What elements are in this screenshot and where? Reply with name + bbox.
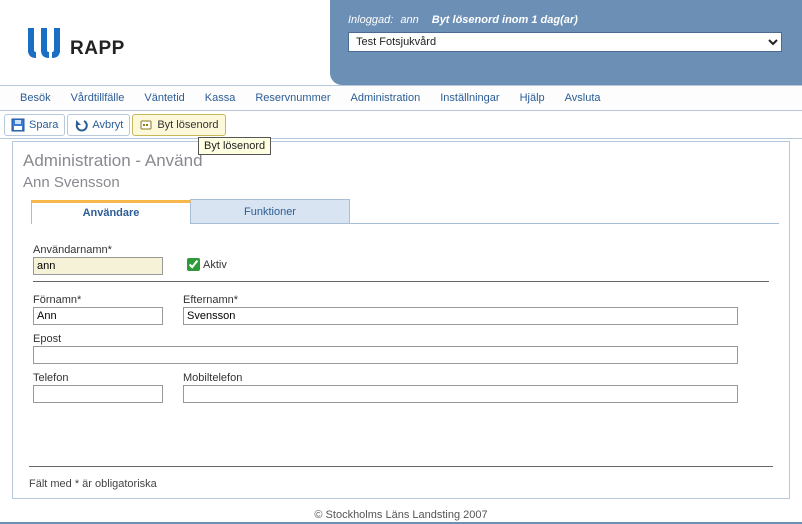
footer: © Stockholms Läns Landsting 2007	[0, 499, 802, 521]
save-button[interactable]: Spara	[4, 114, 65, 136]
change-password-button[interactable]: Byt lösenord	[132, 114, 225, 136]
required-note: Fält med * är obligatoriska	[29, 478, 157, 490]
login-info: Inloggad: ann Byt lösenord inom 1 dag(ar…	[348, 14, 782, 26]
tab-functions[interactable]: Funktioner	[190, 199, 350, 223]
menu-reservnummer[interactable]: Reservnummer	[245, 87, 340, 109]
tooltip: Byt lösenord	[198, 137, 271, 155]
phone-label: Telefon	[33, 372, 163, 384]
menu-kassa[interactable]: Kassa	[195, 87, 246, 109]
lastname-input[interactable]	[183, 307, 738, 325]
cancel-label: Avbryt	[92, 119, 123, 131]
menu-vantetid[interactable]: Väntetid	[134, 87, 194, 109]
header: RAPP Inloggad: ann Byt lösenord inom 1 d…	[0, 0, 802, 85]
active-checkbox[interactable]	[187, 258, 200, 271]
cancel-button[interactable]: Avbryt	[67, 114, 130, 136]
mobile-label: Mobiltelefon	[183, 372, 738, 384]
logo-area: RAPP	[0, 0, 330, 85]
logo-icon	[25, 26, 63, 60]
lastname-label: Efternamn*	[183, 294, 738, 306]
menu-vardtillfalle[interactable]: Vårdtillfälle	[61, 87, 135, 109]
change-password-label: Byt lösenord	[157, 119, 218, 131]
toolbar: Spara Avbryt Byt lösenord Byt lösenord	[0, 111, 802, 139]
key-icon	[139, 118, 153, 132]
user-form: Användarnamn* Aktiv Förnamn* Efternamn*	[23, 244, 779, 403]
tab-bar: Användare Funktioner	[31, 199, 779, 224]
tab-user[interactable]: Användare	[31, 200, 191, 224]
firstname-label: Förnamn*	[33, 294, 163, 306]
bottom-divider	[29, 466, 773, 467]
app-name: RAPP	[70, 38, 125, 60]
menu-administration[interactable]: Administration	[341, 87, 431, 109]
save-label: Spara	[29, 119, 58, 131]
save-icon	[11, 118, 25, 132]
content-panel: Administration - Använd Ann Svensson Anv…	[12, 141, 790, 499]
phone-input[interactable]	[33, 385, 163, 403]
firstname-input[interactable]	[33, 307, 163, 325]
divider	[33, 281, 769, 282]
password-warning: Byt lösenord inom 1 dag(ar)	[432, 14, 578, 26]
menu-besok[interactable]: Besök	[10, 87, 61, 109]
menu-avsluta[interactable]: Avsluta	[555, 87, 611, 109]
email-input[interactable]	[33, 346, 738, 364]
logged-in-user: ann	[400, 14, 418, 26]
email-label: Epost	[33, 333, 749, 345]
app-window: RAPP Inloggad: ann Byt lösenord inom 1 d…	[0, 0, 802, 524]
page-subtitle: Ann Svensson	[23, 174, 779, 191]
active-label: Aktiv	[203, 259, 227, 271]
page-title: Administration - Använd	[23, 151, 779, 171]
main-menu: Besök Vårdtillfälle Väntetid Kassa Reser…	[0, 85, 802, 111]
menu-hjalp[interactable]: Hjälp	[510, 87, 555, 109]
undo-icon	[74, 118, 88, 132]
menu-installningar[interactable]: Inställningar	[430, 87, 509, 109]
header-right: Inloggad: ann Byt lösenord inom 1 dag(ar…	[330, 0, 802, 85]
mobile-input[interactable]	[183, 385, 738, 403]
username-label: Användarnamn*	[33, 244, 163, 256]
organization-select[interactable]: Test Fotsjukvård	[348, 32, 782, 52]
logged-in-label: Inloggad:	[348, 14, 393, 26]
username-input[interactable]	[33, 257, 163, 275]
